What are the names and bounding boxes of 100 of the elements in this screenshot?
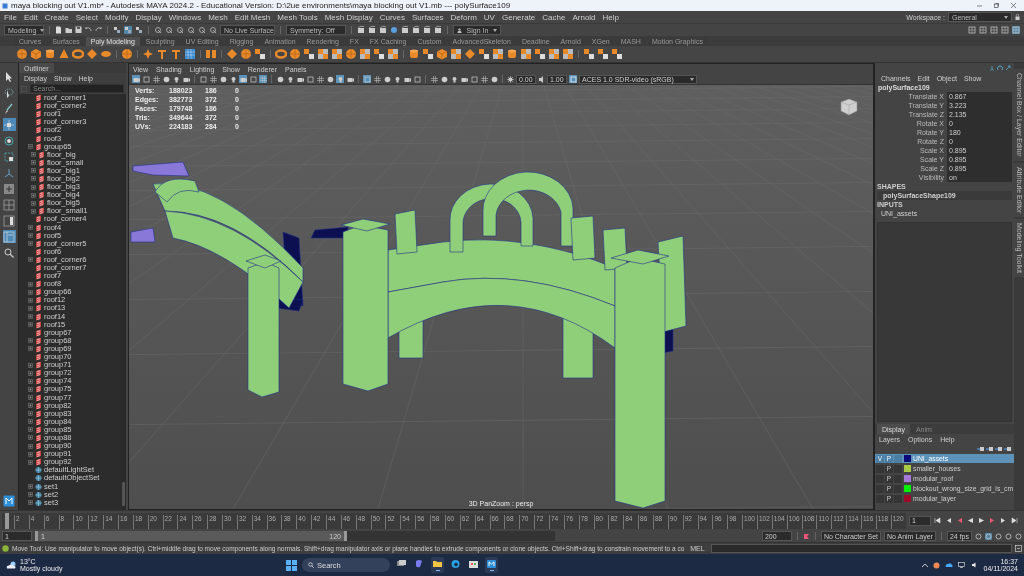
- skip-end-icon[interactable]: [1011, 517, 1018, 524]
- expand-toggle[interactable]: [28, 346, 33, 352]
- expand-toggle[interactable]: [28, 362, 33, 368]
- blocks-icon[interactable]: [254, 48, 266, 60]
- light-icon[interactable]: [229, 75, 237, 83]
- key-flag-icon[interactable]: [802, 532, 810, 540]
- checker-icon[interactable]: [548, 48, 560, 60]
- sphere-icon[interactable]: [276, 75, 284, 83]
- menu-item[interactable]: Modify: [104, 12, 129, 22]
- menu-item[interactable]: Curves: [379, 12, 405, 22]
- folder-icon[interactable]: [431, 557, 444, 573]
- menu-item[interactable]: Create: [44, 12, 69, 22]
- blocks-icon[interactable]: [534, 48, 546, 60]
- script-editor-icon[interactable]: [1015, 545, 1022, 552]
- undo-icon[interactable]: [85, 26, 92, 34]
- torus-icon[interactable]: [275, 48, 287, 60]
- clapboard-icon[interactable]: [401, 26, 409, 34]
- start-icon[interactable]: [286, 559, 297, 571]
- expand-toggle[interactable]: [31, 208, 36, 214]
- grid-icon[interactable]: [209, 75, 217, 83]
- layer-color-swatch[interactable]: [904, 485, 911, 492]
- blocks-icon[interactable]: [611, 48, 623, 60]
- axis-icon[interactable]: [989, 65, 995, 71]
- diamond-icon[interactable]: [226, 48, 238, 60]
- clapboard-icon[interactable]: [434, 26, 442, 34]
- disc-icon[interactable]: [100, 48, 112, 60]
- single-pane-icon[interactable]: [2, 182, 16, 195]
- render-sphere-icon[interactable]: [390, 26, 398, 34]
- expand-toggle[interactable]: [28, 225, 33, 231]
- expand-toggle[interactable]: [31, 152, 36, 158]
- expand-toggle[interactable]: [28, 411, 33, 417]
- checker-icon[interactable]: [562, 48, 574, 60]
- command-line-field[interactable]: [710, 544, 1012, 553]
- sphere-icon[interactable]: [440, 75, 448, 83]
- expand-toggle[interactable]: [31, 160, 36, 166]
- grid-icon[interactable]: [316, 75, 324, 83]
- play-icon[interactable]: [978, 517, 985, 524]
- color-management-icon[interactable]: [569, 75, 577, 83]
- play-back-icon[interactable]: [967, 517, 974, 524]
- expand-toggle[interactable]: [28, 338, 33, 344]
- blocks-icon[interactable]: [422, 48, 434, 60]
- checker-icon[interactable]: [359, 48, 371, 60]
- expand-toggle[interactable]: [28, 451, 33, 457]
- layer-color-swatch[interactable]: [904, 475, 911, 482]
- menu-item[interactable]: Mesh Display: [324, 12, 373, 22]
- text-icon[interactable]: [156, 48, 168, 60]
- cylinder-icon[interactable]: [44, 48, 56, 60]
- bridge-model-drawing[interactable]: [130, 161, 687, 509]
- sphere-icon[interactable]: [16, 48, 28, 60]
- sphere-icon[interactable]: [162, 75, 170, 83]
- expand-toggle[interactable]: [28, 386, 33, 392]
- expand-toggle[interactable]: [28, 459, 33, 465]
- new-layer-icon[interactable]: [995, 446, 1002, 452]
- scale-icon[interactable]: [2, 150, 16, 163]
- menu-item[interactable]: Mesh: [208, 12, 228, 22]
- new-layer-icon[interactable]: [986, 446, 993, 452]
- expand-toggle[interactable]: [28, 241, 33, 247]
- exposure-icon[interactable]: [507, 75, 514, 83]
- sphere-icon[interactable]: [289, 48, 301, 60]
- blocks-icon[interactable]: [373, 48, 385, 60]
- expand-toggle[interactable]: [31, 184, 36, 190]
- monitor-icon[interactable]: [958, 562, 967, 568]
- sphere-icon[interactable]: [219, 75, 227, 83]
- diamond-icon[interactable]: [86, 48, 98, 60]
- cone-icon[interactable]: [58, 48, 70, 60]
- camera-icon[interactable]: [296, 75, 304, 83]
- menu-item[interactable]: Arnold: [572, 12, 596, 22]
- expand-toggle[interactable]: [28, 378, 33, 384]
- clapboard-icon[interactable]: [357, 26, 365, 34]
- lock-icon[interactable]: [1015, 14, 1020, 20]
- menu-item[interactable]: Surfaces: [412, 12, 444, 22]
- diagonal-arrow-icon[interactable]: [1005, 65, 1011, 71]
- redo-icon[interactable]: [95, 26, 102, 34]
- expand-toggle[interactable]: [28, 314, 33, 320]
- sphere-icon[interactable]: [240, 48, 252, 60]
- key-forward-icon[interactable]: [989, 517, 996, 524]
- light-icon[interactable]: [172, 75, 180, 83]
- view-cube-icon[interactable]: [839, 97, 859, 117]
- skip-start-icon[interactable]: [934, 517, 941, 524]
- checker-icon[interactable]: [317, 48, 329, 60]
- tray-app-icon[interactable]: [933, 561, 941, 569]
- camera-icon[interactable]: [346, 75, 354, 83]
- blocks-icon[interactable]: [303, 48, 315, 60]
- expand-toggle[interactable]: [28, 443, 33, 449]
- menu-item[interactable]: Generate: [501, 12, 536, 22]
- cylinder-icon[interactable]: [506, 48, 518, 60]
- layer-color-swatch[interactable]: [904, 455, 911, 462]
- expand-toggle[interactable]: [28, 281, 33, 287]
- speaker-icon[interactable]: [971, 562, 979, 568]
- menu-item[interactable]: Windows: [168, 12, 202, 22]
- expand-toggle[interactable]: [28, 395, 33, 400]
- maya-logo-icon[interactable]: [3, 495, 15, 507]
- expand-toggle[interactable]: [28, 257, 33, 263]
- menu-item[interactable]: Edit Mesh: [234, 12, 271, 22]
- menu-item[interactable]: UV: [483, 12, 495, 22]
- light-icon[interactable]: [450, 75, 458, 83]
- expand-toggle[interactable]: [31, 176, 36, 182]
- blocks-icon[interactable]: [597, 48, 609, 60]
- light-icon[interactable]: [393, 75, 401, 83]
- checker-icon[interactable]: [520, 48, 532, 60]
